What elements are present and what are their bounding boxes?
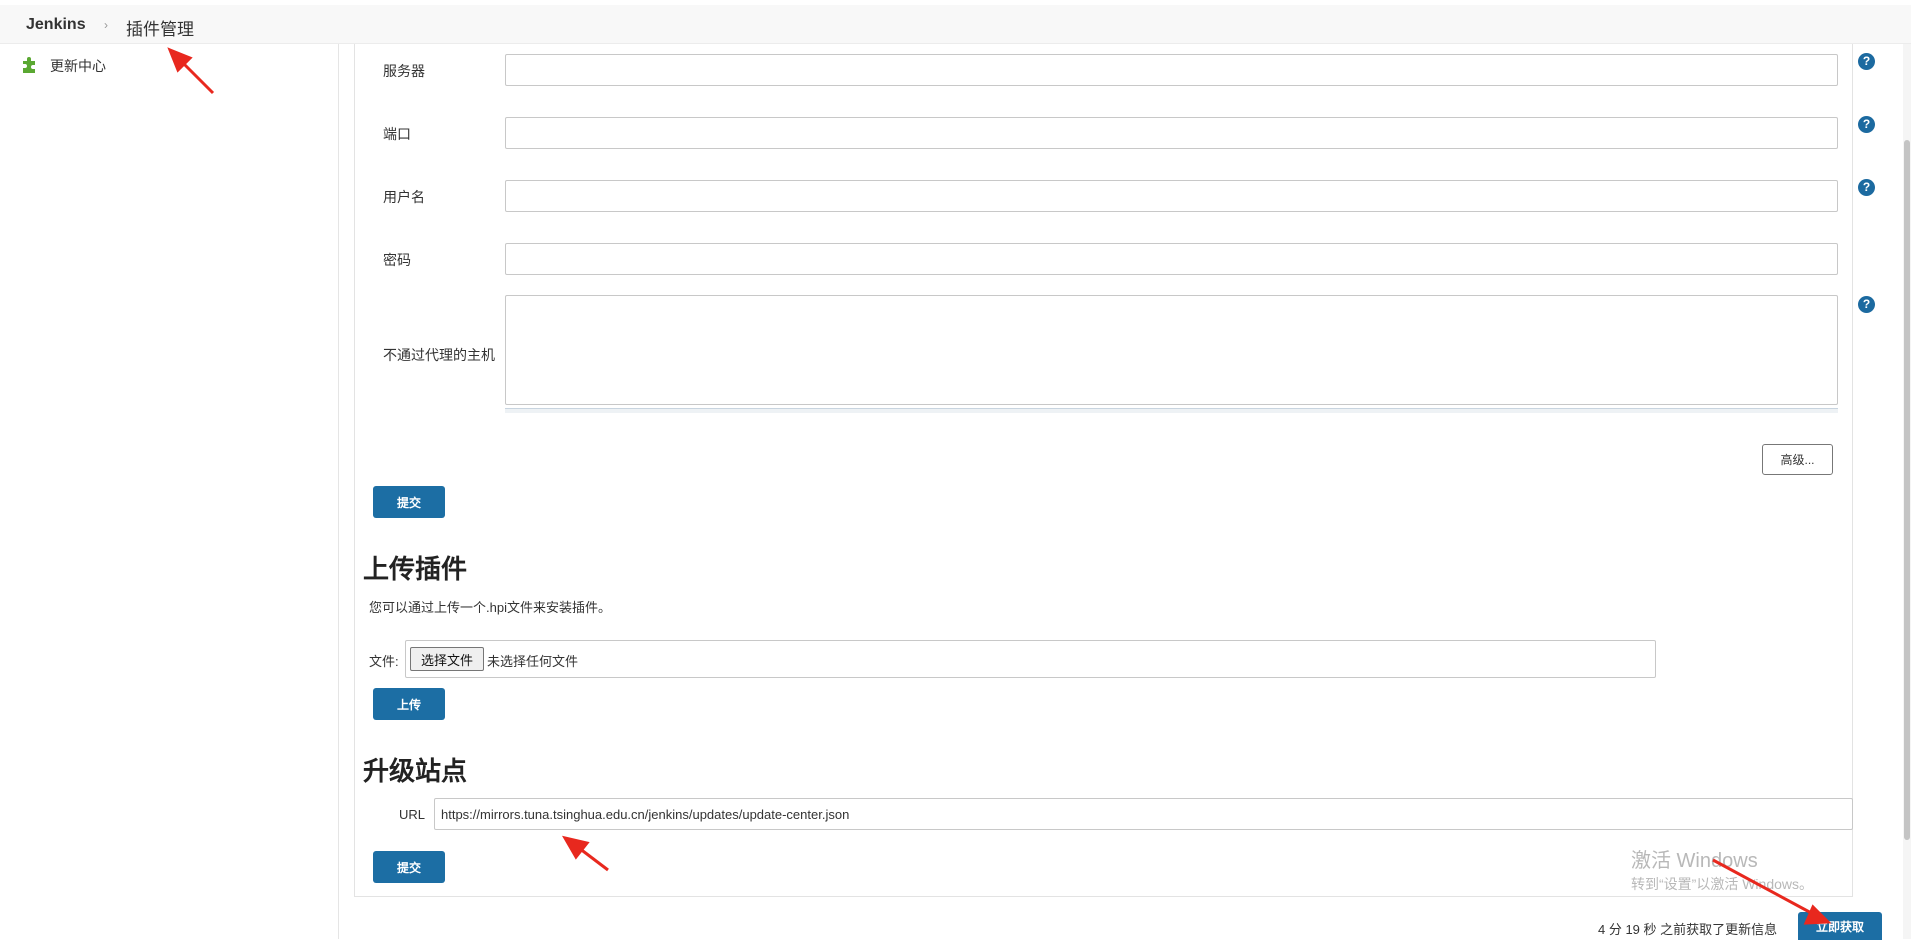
password-label: 密码 [383,252,411,268]
server-input[interactable] [505,54,1838,86]
sidebar: 更新中心 [0,44,339,939]
no-proxy-hosts-label: 不通过代理的主机 [383,347,495,363]
upload-description: 您可以通过上传一个.hpi文件来安装插件。 [369,600,611,615]
no-proxy-hosts-textarea[interactable] [505,295,1838,405]
update-site-title: 升级站点 [363,756,468,786]
username-help-icon[interactable]: ? [1858,179,1875,196]
main-panel: 服务器 ? 端口 ? 用户名 ? 密码 不通过代理的主机 ? 高级... 提交 … [354,44,1875,897]
proxy-submit-button[interactable]: 提交 [373,486,445,518]
breadcrumb-jenkins-link[interactable]: Jenkins [26,16,86,34]
username-label: 用户名 [383,189,425,205]
update-site-submit-button[interactable]: 提交 [373,851,445,883]
sidebar-item-update-center[interactable]: 更新中心 [20,54,106,78]
no-file-selected-text: 未选择任何文件 [487,654,579,669]
file-label: 文件: [369,654,399,669]
url-label: URL [399,807,426,822]
activation-watermark-title: 激活 Windows [1631,850,1758,872]
sidebar-item-label: 更新中心 [50,58,106,74]
choose-file-button[interactable]: 选择文件 [410,647,484,671]
port-label: 端口 [383,126,411,142]
port-input[interactable] [505,117,1838,149]
last-fetched-status: 4 分 19 秒 之前获取了更新信息 [1598,922,1778,937]
server-label: 服务器 [383,63,425,79]
no-proxy-help-icon[interactable]: ? [1858,296,1875,313]
scrollbar-thumb[interactable] [1904,140,1910,840]
port-help-icon[interactable]: ? [1858,116,1875,133]
username-input[interactable] [505,180,1838,212]
upload-button[interactable]: 上传 [373,688,445,720]
breadcrumb-separator-icon: › [104,18,108,32]
file-picker [405,640,1656,678]
textarea-resize-handle[interactable] [505,408,1838,413]
breadcrumb-plugin-manager-link[interactable]: 插件管理 [126,15,194,40]
upload-plugin-title: 上传插件 [363,554,468,584]
puzzle-icon [20,54,40,79]
advanced-button[interactable]: 高级... [1762,444,1833,475]
server-help-icon[interactable]: ? [1858,53,1875,70]
breadcrumb: Jenkins › 插件管理 [0,5,1911,44]
activation-watermark-subtitle: 转到“设置”以激活 Windows。 [1631,876,1814,892]
update-site-url-input[interactable] [434,798,1853,830]
password-input[interactable] [505,243,1838,275]
fetch-now-button[interactable]: 立即获取 [1798,912,1882,940]
